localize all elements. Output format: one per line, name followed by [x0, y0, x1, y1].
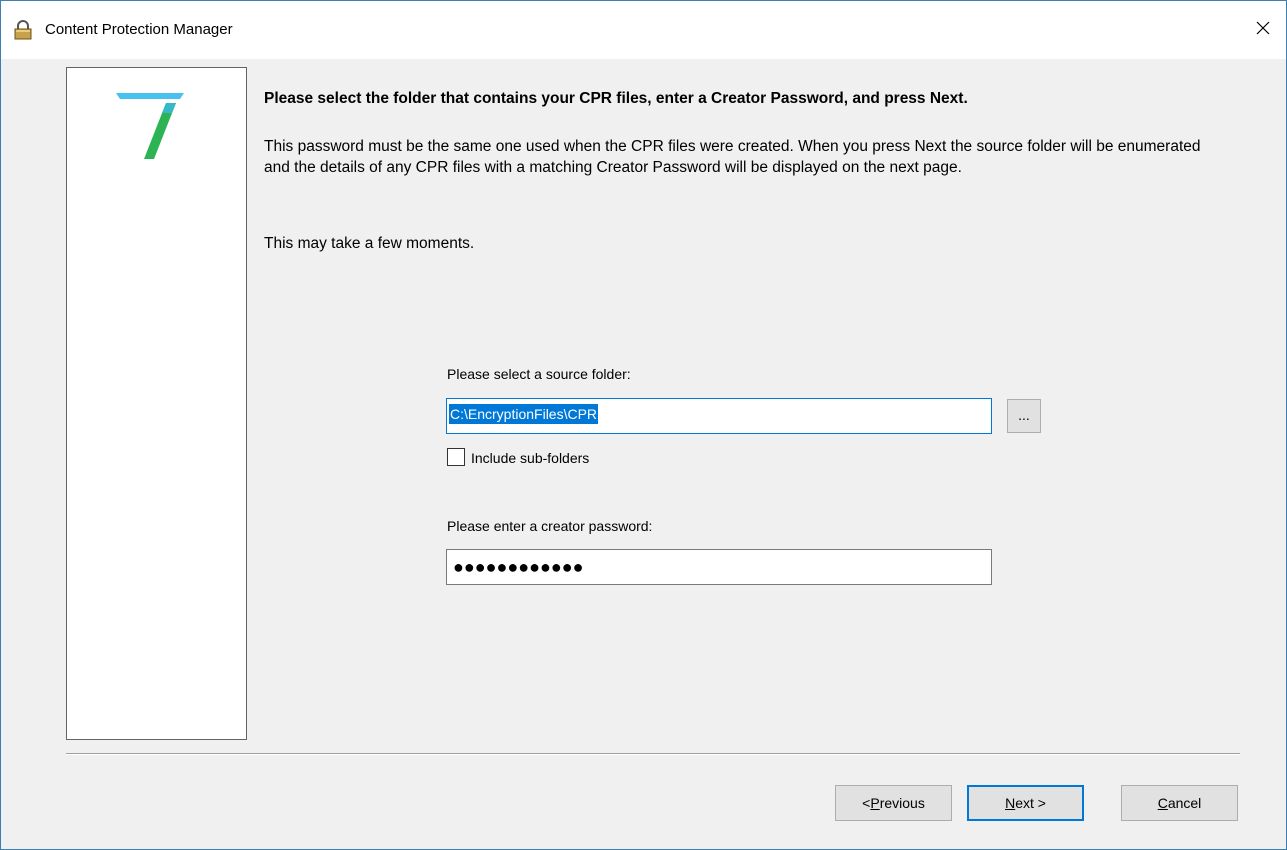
- footer-separator: [66, 753, 1240, 755]
- previous-rest: revious: [879, 795, 925, 811]
- password-mask: ●●●●●●●●●●●●: [453, 557, 584, 577]
- cancel-mnemonic: C: [1157, 795, 1168, 811]
- source-folder-label: Please select a source folder:: [447, 366, 631, 382]
- include-subfolders-label[interactable]: Include sub-folders: [471, 449, 589, 467]
- close-button[interactable]: [1240, 1, 1286, 59]
- close-icon: [1256, 21, 1270, 40]
- wait-note: This may take a few moments.: [264, 235, 475, 252]
- browse-button[interactable]: ...: [1007, 399, 1041, 433]
- lock-icon: [13, 20, 33, 40]
- next-mnemonic: N: [1005, 795, 1016, 811]
- creator-password-label: Please enter a creator password:: [447, 518, 653, 534]
- title-bar[interactable]: Content Protection Manager: [1, 1, 1286, 59]
- window-title: Content Protection Manager: [45, 21, 233, 38]
- previous-prefix: <: [862, 795, 871, 811]
- next-button[interactable]: Next >: [967, 785, 1084, 821]
- brand-logo: [114, 89, 186, 166]
- instruction-heading: Please select the folder that contains y…: [264, 90, 968, 107]
- dialog-window: Content Protection Manager Please select…: [0, 0, 1287, 850]
- creator-password-input[interactable]: ●●●●●●●●●●●●: [446, 549, 992, 585]
- source-folder-value: C:\EncryptionFiles\CPR: [449, 404, 599, 424]
- source-folder-input[interactable]: C:\EncryptionFiles\CPR: [446, 398, 992, 434]
- wizard-side-panel: [66, 67, 247, 740]
- next-rest: ext >: [1015, 795, 1046, 811]
- previous-button[interactable]: < Previous: [835, 785, 952, 821]
- include-subfolders-checkbox[interactable]: [447, 448, 465, 466]
- previous-mnemonic: P: [870, 795, 880, 811]
- cancel-button[interactable]: Cancel: [1121, 785, 1238, 821]
- instruction-paragraph: This password must be the same one used …: [264, 138, 1201, 176]
- cancel-rest: ancel: [1167, 795, 1202, 811]
